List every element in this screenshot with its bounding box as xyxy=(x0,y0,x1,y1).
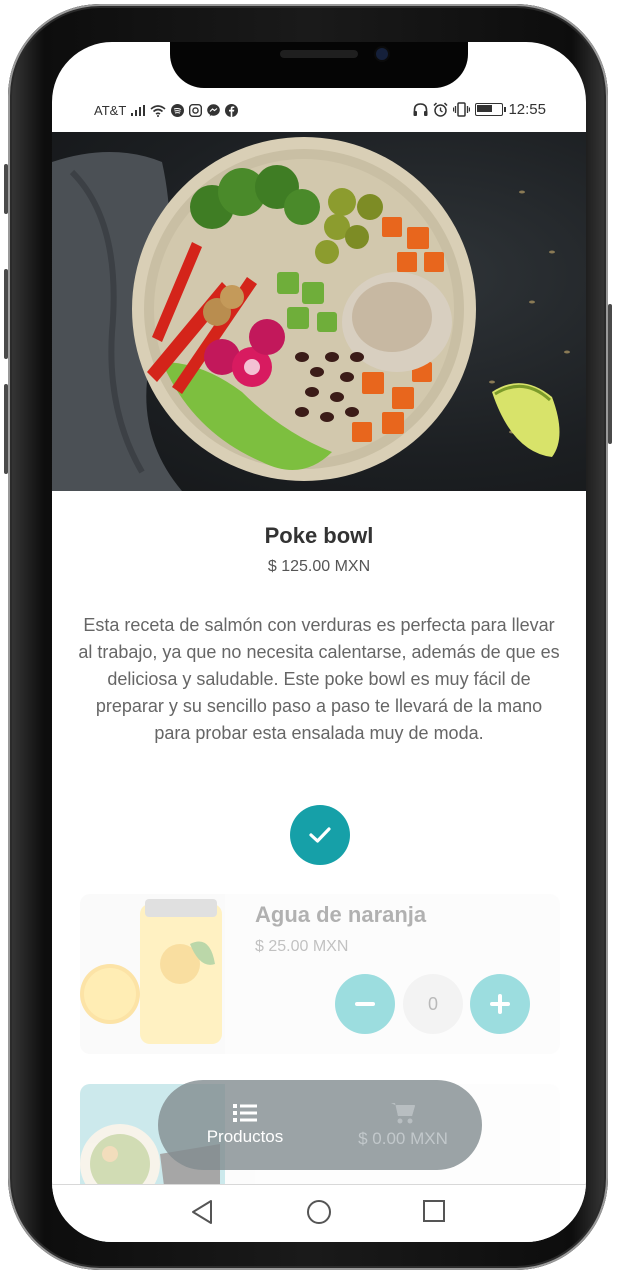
product-description: Esta receta de salmón con verduras es pe… xyxy=(78,615,560,743)
home-icon xyxy=(307,1200,331,1224)
status-right: 12:55 xyxy=(413,101,546,118)
headphones-icon xyxy=(413,102,428,116)
back-icon xyxy=(192,1200,212,1224)
cart-total-label: $ 0.00 MXN xyxy=(358,1129,448,1148)
home-button[interactable] xyxy=(306,1199,332,1230)
select-product-button[interactable] xyxy=(290,805,350,865)
nav-products[interactable]: Productos xyxy=(180,1080,310,1170)
orange-juice-image xyxy=(80,899,222,1044)
front-camera xyxy=(376,48,388,60)
back-button[interactable] xyxy=(190,1199,214,1230)
system-nav-bar xyxy=(52,1184,586,1242)
alarm-icon xyxy=(433,102,448,117)
check-icon xyxy=(309,827,331,843)
bottom-nav-bar: Productos $ 0.00 MXN xyxy=(158,1080,482,1170)
status-left: AT&T xyxy=(94,103,239,118)
plus-icon xyxy=(490,994,510,1014)
notch xyxy=(170,42,468,88)
increase-quantity-button[interactable] xyxy=(470,974,530,1034)
minus-icon xyxy=(355,1002,375,1006)
status-bar: AT&T 12:55 xyxy=(52,96,586,126)
product-price: $ 25.00 MXN xyxy=(255,938,349,955)
poke-bowl-illustration xyxy=(52,137,570,491)
list-item[interactable]: Agua de naranja $ 25.00 MXN 0 xyxy=(80,894,560,1054)
side-button xyxy=(4,269,8,359)
clock: 12:55 xyxy=(508,101,546,118)
cart-icon xyxy=(391,1103,415,1124)
side-button xyxy=(608,304,612,444)
side-button xyxy=(4,164,8,214)
instagram-icon xyxy=(189,104,203,117)
quantity-value: 0 xyxy=(403,974,463,1034)
battery-icon xyxy=(475,103,507,116)
messenger-icon xyxy=(207,104,221,117)
list-icon xyxy=(233,1104,257,1122)
spotify-icon xyxy=(171,104,185,117)
vibrate-icon xyxy=(453,102,471,117)
recents-button[interactable] xyxy=(422,1199,446,1228)
carrier-label: AT&T xyxy=(94,103,127,118)
product-name: Agua de naranja xyxy=(255,902,427,927)
facebook-icon xyxy=(225,104,239,117)
speaker xyxy=(280,50,358,58)
product-image xyxy=(52,132,586,491)
side-button xyxy=(4,384,8,474)
phone-frame: AT&T 12:55 Poke bowl $ 125.00 MXN Esta r… xyxy=(4,4,612,1270)
screen: AT&T 12:55 Poke bowl $ 125.00 MXN Esta r… xyxy=(52,42,586,1242)
decrease-quantity-button[interactable] xyxy=(335,974,395,1034)
recents-icon xyxy=(423,1200,445,1222)
signal-icon xyxy=(131,105,146,116)
nav-cart[interactable]: $ 0.00 MXN xyxy=(338,1080,468,1170)
product-thumbnail xyxy=(80,894,225,1054)
product-title: Poke bowl xyxy=(264,523,374,548)
nav-products-label: Productos xyxy=(206,1127,284,1146)
product-price: $ 125.00 MXN xyxy=(267,558,371,575)
wifi-icon xyxy=(150,104,166,117)
